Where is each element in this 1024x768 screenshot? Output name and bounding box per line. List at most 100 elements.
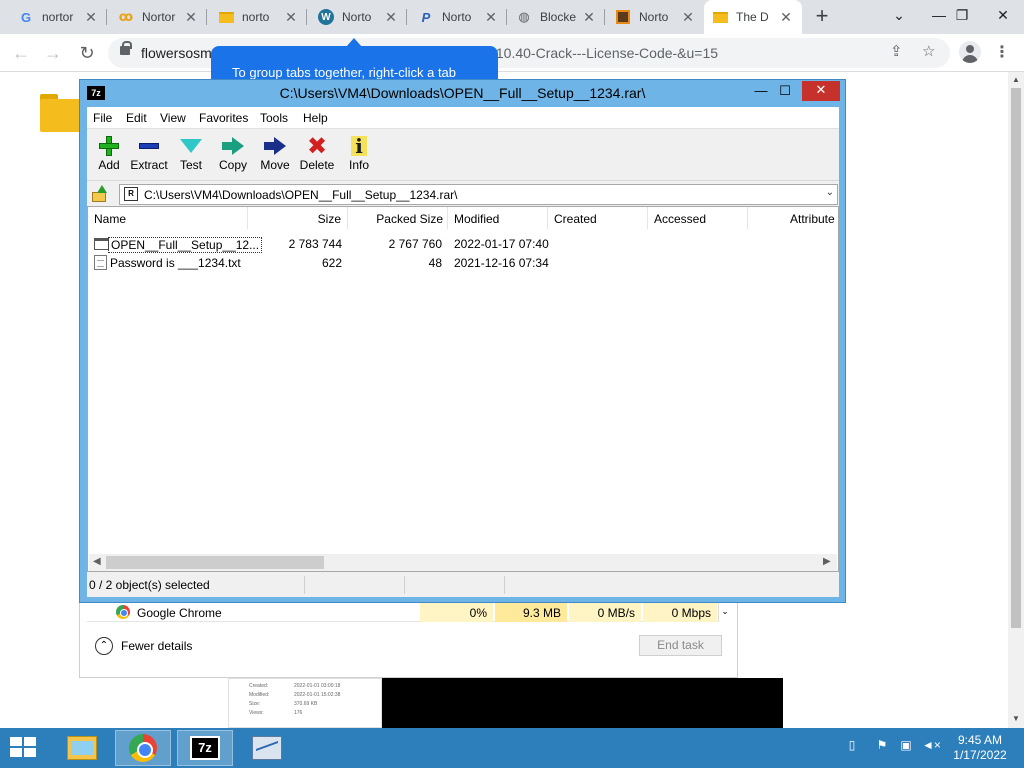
col-accessed[interactable]: Accessed — [648, 207, 748, 229]
horizontal-scrollbar[interactable]: ◀ ▶ — [89, 554, 837, 571]
process-row[interactable]: Google Chrome 0% 9.3 MB 0 MB/s 0 Mbps ⌄ — [87, 602, 731, 622]
props-key: Size: — [249, 701, 261, 707]
reload-icon[interactable]: ↻ — [74, 40, 100, 66]
extract-minus-icon — [139, 143, 159, 149]
tab-5[interactable]: P Norto ✕ — [410, 0, 507, 34]
tab-2[interactable]: ꝏ Nortor ✕ — [110, 0, 207, 34]
file-size: 622 — [321, 256, 342, 270]
tab-close-icon[interactable]: ✕ — [680, 9, 696, 26]
taskbar-chrome[interactable] — [115, 730, 171, 766]
tab-separator — [506, 9, 507, 25]
test-button[interactable]: Test — [169, 135, 213, 172]
fewer-details-button[interactable]: ⌃ Fewer details — [95, 637, 192, 655]
profile-avatar-icon[interactable] — [959, 41, 981, 63]
taskbar-file-explorer[interactable] — [54, 730, 110, 766]
file-modified: 2022-01-17 07:40 — [454, 237, 549, 251]
delete-button[interactable]: ✖ Delete — [295, 132, 339, 172]
col-created[interactable]: Created — [548, 207, 648, 229]
tab-4[interactable]: W Norto ✕ — [310, 0, 407, 34]
menu-help[interactable]: Help — [303, 111, 328, 125]
chevron-down-icon[interactable]: ⌄ — [718, 602, 731, 622]
props-key: Modified: — [249, 692, 270, 698]
end-task-button[interactable]: End task — [639, 635, 722, 656]
flag-alert-icon[interactable]: ⚑ — [874, 738, 890, 754]
scroll-right-icon[interactable]: ▶ — [823, 556, 831, 567]
file-row[interactable]: Password is ___1234.txt 622 48 2021-12-1… — [88, 253, 838, 272]
rar-archive-icon: R — [124, 187, 138, 201]
col-size[interactable]: Size — [248, 207, 348, 229]
share-icon[interactable]: ⇪ — [890, 42, 903, 60]
extract-button[interactable]: Extract — [127, 135, 171, 172]
chrome-icon — [129, 734, 157, 762]
info-button[interactable]: i Info — [337, 135, 381, 172]
restore-icon[interactable]: ❐ — [939, 0, 985, 30]
folder-up-icon[interactable] — [91, 185, 107, 202]
globe-icon: ◍ — [518, 9, 530, 24]
tab-close-icon[interactable]: ✕ — [183, 9, 199, 26]
tab-close-icon[interactable]: ✕ — [283, 9, 299, 26]
tab-7[interactable]: Norto ✕ — [607, 0, 704, 34]
back-arrow-icon[interactable]: ← — [8, 40, 34, 66]
col-attributes[interactable]: Attribute — [748, 207, 838, 229]
delete-x-icon: ✖ — [306, 132, 328, 160]
props-key: Views: — [249, 710, 264, 716]
bookmark-star-icon[interactable]: ☆ — [922, 42, 935, 60]
file-row[interactable]: OPEN__Full__Setup__12... 2 783 744 2 767… — [88, 234, 838, 253]
info-label: Info — [348, 158, 369, 172]
move-button[interactable]: Move — [253, 135, 297, 172]
test-label: Test — [179, 158, 202, 172]
tab-close-icon[interactable]: ✕ — [483, 9, 499, 26]
hscroll-thumb[interactable] — [106, 556, 324, 569]
tab-1[interactable]: G nortor ✕ — [10, 0, 107, 34]
forward-arrow-icon[interactable]: → — [40, 40, 66, 66]
cpu-value: 0% — [420, 602, 493, 622]
menu-edit[interactable]: Edit — [126, 111, 147, 125]
windows-start-icon[interactable] — [10, 737, 38, 759]
tab-separator — [406, 9, 407, 25]
minimize-icon[interactable]: — — [748, 82, 774, 102]
tab-6[interactable]: ◍ Blocke ✕ — [508, 0, 605, 34]
new-tab-button[interactable]: + — [810, 5, 834, 29]
tab-close-icon[interactable]: ✕ — [778, 9, 794, 26]
menu-favorites[interactable]: Favorites — [199, 111, 248, 125]
col-packed-size[interactable]: Packed Size — [348, 207, 448, 229]
system-clock[interactable]: 9:45 AM 1/17/2022 — [950, 733, 1010, 763]
sevenzip-titlebar[interactable]: C:\Users\VM4\Downloads\OPEN__Full__Setup… — [80, 80, 845, 106]
menu-file[interactable]: File — [93, 111, 112, 125]
add-button[interactable]: Add — [87, 135, 131, 172]
tab-3[interactable]: norto ✕ — [210, 0, 307, 34]
tab-close-icon[interactable]: ✕ — [383, 9, 399, 26]
tab-8-active[interactable]: The D ✕ — [704, 0, 802, 34]
close-icon[interactable]: ✕ — [802, 81, 840, 101]
status-bar: 0 / 2 object(s) selected — [87, 574, 839, 596]
tab-close-icon[interactable]: ✕ — [581, 9, 597, 26]
page-scrollbar[interactable]: ▲ ▼ — [1008, 72, 1024, 728]
scroll-left-icon[interactable]: ◀ — [93, 556, 101, 567]
scroll-down-icon[interactable]: ▼ — [1012, 714, 1020, 723]
dark-window-background — [382, 678, 783, 728]
scroll-up-icon[interactable]: ▲ — [1012, 75, 1020, 84]
menu-tools[interactable]: Tools — [260, 111, 288, 125]
copy-button[interactable]: Copy — [211, 135, 255, 172]
menu-view[interactable]: View — [160, 111, 186, 125]
close-window-icon[interactable]: ✕ — [980, 0, 1024, 30]
path-combobox[interactable]: R C:\Users\VM4\Downloads\OPEN__Full__Set… — [119, 184, 838, 205]
tab-close-icon[interactable]: ✕ — [83, 9, 99, 26]
maximize-icon[interactable]: ☐ — [772, 82, 798, 102]
taskbar-task-manager[interactable] — [239, 730, 295, 766]
chrome-menu-icon[interactable]: ⋮ — [994, 42, 1010, 62]
col-modified[interactable]: Modified — [448, 207, 548, 229]
tab-label: Nortor — [142, 10, 176, 24]
action-center-icon[interactable]: ▯ — [844, 738, 860, 754]
file-list[interactable]: Name Size Packed Size Modified Created A… — [87, 206, 839, 572]
scrollbar-thumb[interactable] — [1011, 88, 1021, 628]
chevron-down-icon[interactable]: ⌄ — [826, 187, 834, 198]
delete-label: Delete — [299, 158, 335, 172]
network-icon[interactable]: ▣ — [898, 738, 914, 754]
url-text-left: flowersosm — [141, 45, 212, 61]
taskbar-7zip[interactable]: 7z — [177, 730, 233, 766]
col-name[interactable]: Name — [88, 207, 248, 229]
sevenzip-app-icon[interactable]: 7z — [87, 86, 105, 100]
volume-muted-icon[interactable]: ◄× — [922, 738, 941, 754]
window-title: C:\Users\VM4\Downloads\OPEN__Full__Setup… — [279, 85, 646, 101]
